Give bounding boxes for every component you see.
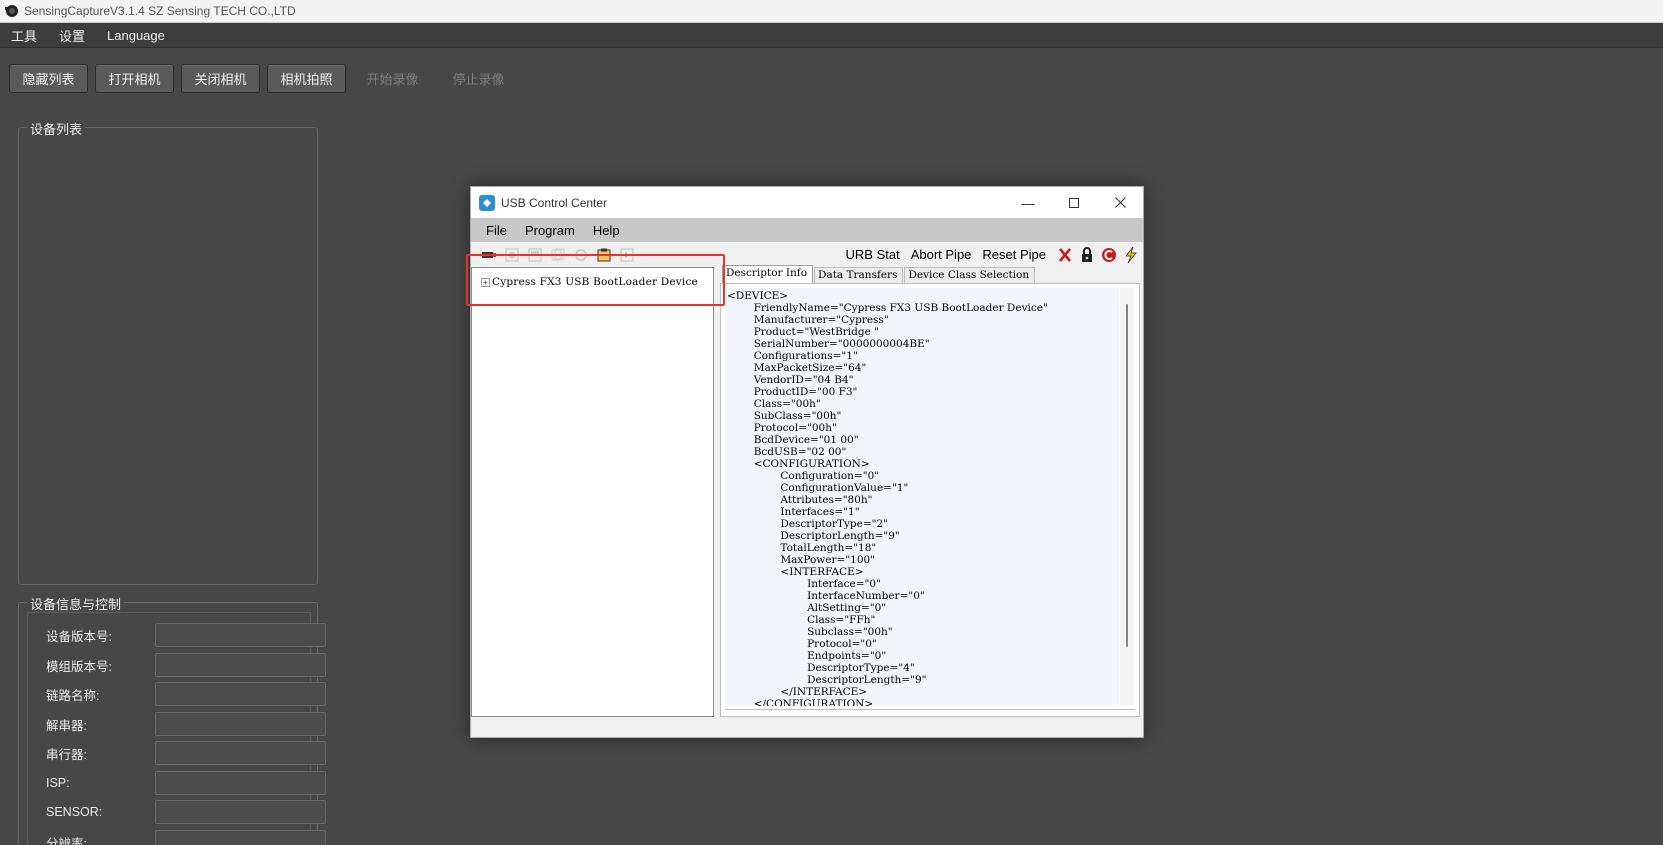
camera-app-icon	[5, 5, 18, 17]
field-module-version: 模组版本号:	[46, 653, 326, 677]
window-menubar: File Program Help	[471, 218, 1143, 242]
menu-program[interactable]: Program	[516, 223, 584, 238]
field-label: 解串器:	[46, 718, 87, 733]
scrollbar-thumb[interactable]	[1126, 304, 1128, 647]
tab-strip: Descriptor Info Data Transfers Device Cl…	[722, 265, 1036, 283]
stop-recording-button[interactable]: 停止录像	[439, 64, 518, 93]
module-version-field[interactable]	[155, 653, 326, 677]
window-titlebar: USB Control Center —	[471, 187, 1143, 218]
device-info-title: 设备信息与控制	[27, 594, 125, 613]
field-link-name: 链路名称:	[46, 682, 326, 706]
window-title: USB Control Center	[501, 195, 608, 210]
app-menubar: 工具 设置 Language	[0, 23, 1663, 48]
field-label: SENSOR:	[46, 805, 103, 819]
tab-descriptor-info[interactable]: Descriptor Info	[722, 265, 814, 283]
menu-tools[interactable]: 工具	[0, 26, 48, 45]
device-list-title: 设备列表	[27, 119, 86, 138]
descriptor-text: <DEVICE> FriendlyName="Cypress FX3 USB B…	[727, 290, 1048, 706]
highlight-box	[466, 254, 725, 306]
menu-help[interactable]: Help	[584, 223, 629, 238]
app-titlebar: SensingCaptureV3.1.4 SZ Sensing TECH CO.…	[0, 0, 1663, 23]
field-label: 链路名称:	[46, 688, 100, 703]
vertical-scrollbar[interactable]	[1120, 288, 1134, 706]
descriptor-text-area[interactable]: <DEVICE> FriendlyName="Cypress FX3 USB B…	[725, 288, 1119, 706]
abort-pipe-button[interactable]: Abort Pipe	[911, 247, 972, 262]
deserializer-field[interactable]	[155, 712, 326, 736]
menu-settings[interactable]: 设置	[48, 26, 96, 45]
field-label: 设备版本号:	[46, 629, 112, 644]
reset-pipe-button[interactable]: Reset Pipe	[982, 247, 1046, 262]
resolution-field[interactable]	[155, 830, 326, 845]
tab-data-transfers[interactable]: Data Transfers	[814, 267, 904, 283]
device-version-field[interactable]	[155, 623, 326, 647]
isp-field[interactable]	[155, 771, 326, 795]
c-red-icon[interactable]	[1101, 247, 1117, 263]
minimize-icon[interactable]: —	[1005, 187, 1051, 218]
field-label: ISP:	[46, 776, 70, 790]
descriptor-pane: <DEVICE> FriendlyName="Cypress FX3 USB B…	[720, 283, 1140, 717]
field-sensor: SENSOR:	[46, 800, 326, 824]
device-list-group: 设备列表	[18, 119, 318, 585]
hide-list-button[interactable]: 隐藏列表	[9, 64, 88, 93]
field-label: 串行器:	[46, 747, 87, 762]
close-icon[interactable]	[1097, 187, 1143, 218]
close-camera-button[interactable]: 关闭相机	[181, 64, 260, 93]
link-name-field[interactable]	[155, 682, 326, 706]
main-toolbar: 隐藏列表 打开相机 关闭相机 相机拍照 开始录像 停止录像	[9, 64, 525, 93]
tab-device-class-selection[interactable]: Device Class Selection	[904, 267, 1036, 283]
field-label: 分辨率:	[46, 836, 87, 845]
usb-app-icon	[479, 194, 495, 211]
field-deserializer: 解串器:	[46, 712, 326, 736]
field-isp: ISP:	[46, 771, 326, 795]
urb-stat-button[interactable]: URB Stat	[846, 247, 900, 262]
menu-language[interactable]: Language	[96, 28, 176, 43]
field-label: 模组版本号:	[46, 659, 112, 674]
window-statusbar	[471, 717, 1143, 737]
sensor-field[interactable]	[155, 800, 326, 824]
lock-icon[interactable]	[1079, 246, 1095, 263]
device-tree[interactable]: + Cypress FX3 USB BootLoader Device	[471, 267, 714, 717]
serializer-field[interactable]	[155, 741, 326, 765]
start-recording-button[interactable]: 开始录像	[353, 64, 432, 93]
lightning-icon[interactable]	[1123, 246, 1139, 263]
field-serializer: 串行器:	[46, 741, 326, 765]
device-info-box: 设备版本号: 模组版本号: 链路名称: 解串器: 串行器: ISP: SENSO…	[27, 612, 326, 845]
toolbar-right: URB Stat Abort Pipe Reset Pipe	[846, 242, 1143, 267]
x-red-icon[interactable]	[1057, 247, 1073, 263]
horizontal-divider	[725, 709, 1135, 710]
menu-file[interactable]: File	[477, 223, 516, 238]
maximize-icon[interactable]	[1051, 187, 1097, 218]
open-camera-button[interactable]: 打开相机	[95, 64, 174, 93]
field-resolution: 分辨率:	[46, 830, 326, 845]
app-title: SensingCaptureV3.1.4 SZ Sensing TECH CO.…	[24, 4, 296, 18]
device-info-group: 设备信息与控制 设备版本号: 模组版本号: 链路名称: 解串器: 串行器: IS…	[18, 594, 326, 845]
field-device-version: 设备版本号:	[46, 623, 326, 647]
take-photo-button[interactable]: 相机拍照	[267, 64, 346, 93]
